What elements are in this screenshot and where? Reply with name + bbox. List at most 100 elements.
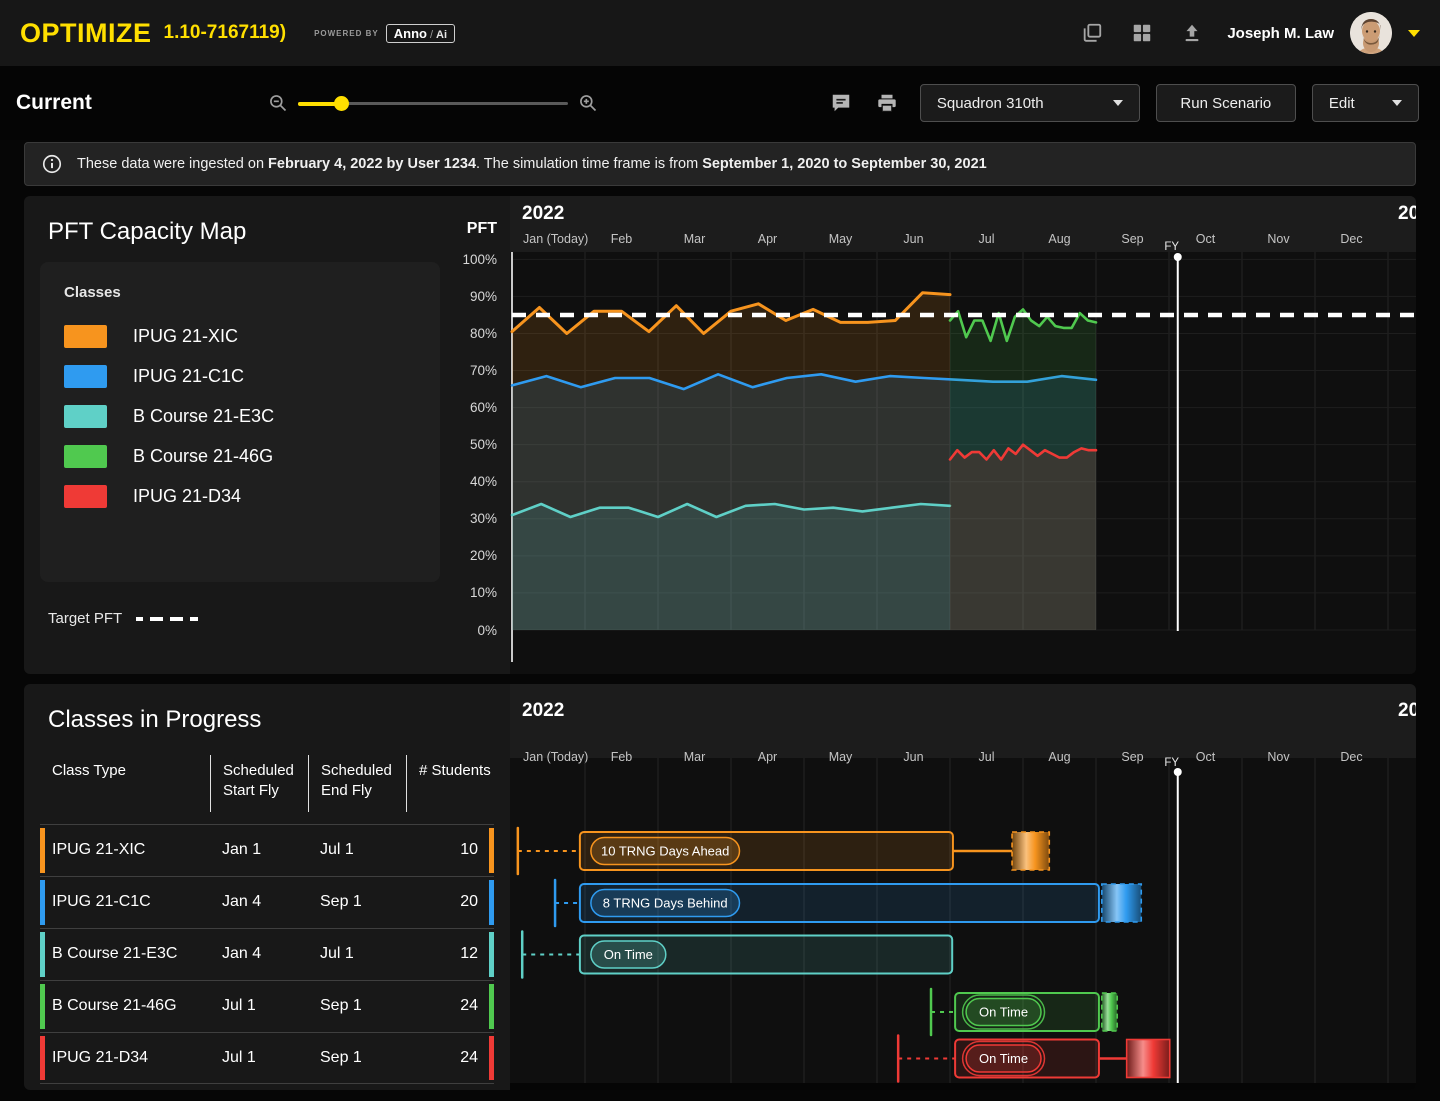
legend-title: Classes — [64, 284, 416, 301]
pft-capacity-section: PFT Capacity Map Classes IPUG 21-XICIPUG… — [24, 196, 1416, 674]
pft-capacity-chart: 202220Jan (Today)FebMarAprMayJunJulAugSe… — [510, 196, 1416, 674]
legend-item[interactable]: B Course 21-E3C — [64, 405, 416, 428]
legend-item[interactable]: IPUG 21-XIC — [64, 325, 416, 348]
cell-class-type: IPUG 21-C1C — [40, 893, 210, 911]
comment-icon[interactable] — [830, 92, 852, 114]
avatar[interactable] — [1350, 12, 1392, 54]
gantt-end-block — [1102, 884, 1141, 922]
pft-y-tick: 10% — [470, 585, 497, 600]
print-icon[interactable] — [876, 92, 898, 114]
legend-swatch — [64, 365, 107, 388]
class-table-row[interactable]: B Course 21-E3CJan 4Jul 112 — [40, 928, 494, 980]
pft-y-tick: 90% — [470, 289, 497, 304]
col-end-fly: ScheduledEnd Fly — [308, 755, 406, 812]
gantt-row-IPUG 21-C1C[interactable]: 8 TRNG Days Behind — [555, 880, 1141, 926]
cell-end-fly: Jul 1 — [308, 841, 406, 859]
timeline-next-year-label: 20 — [1398, 203, 1416, 224]
pft-y-tick: 80% — [470, 326, 497, 341]
timeline-month-label: Mar — [684, 232, 706, 246]
gantt-chart: 202220Jan (Today)FebMarAprMayJunJulAugSe… — [510, 684, 1416, 1090]
timeline-month-label: Oct — [1196, 232, 1216, 246]
class-table-row[interactable]: IPUG 21-XICJan 1Jul 110 — [40, 824, 494, 876]
timeline-month-label: Jul — [979, 750, 995, 764]
target-pft-dash-sample — [136, 617, 198, 621]
target-pft-label: Target PFT — [48, 610, 122, 627]
powered-by: POWERED BY Anno / Ai — [314, 24, 455, 43]
legend-item[interactable]: IPUG 21-D34 — [64, 485, 416, 508]
row-color-bar — [40, 1036, 45, 1080]
gantt-row-B Course 21-E3C[interactable]: On Time — [522, 932, 952, 978]
timeline-month-label: Nov — [1267, 232, 1290, 246]
class-table-row[interactable]: B Course 21-46GJul 1Sep 124 — [40, 980, 494, 1032]
pft-y-tick: 0% — [477, 623, 497, 638]
timeline-month-label: Jun — [903, 232, 923, 246]
select-caret-icon — [1113, 100, 1123, 106]
cell-end-fly: Jul 1 — [308, 945, 406, 963]
edit-caret-icon — [1392, 100, 1402, 106]
zoom-slider[interactable] — [298, 96, 568, 110]
col-start-fly: ScheduledStart Fly — [210, 755, 308, 812]
legend-item[interactable]: B Course 21-46G — [64, 445, 416, 468]
row-color-bar — [489, 932, 494, 977]
timeline-month-label: Mar — [684, 750, 706, 764]
timeline-month-label: Feb — [611, 232, 633, 246]
timeline-month-label: Dec — [1340, 232, 1362, 246]
series-area-IPUG 21-D34 — [950, 445, 1096, 630]
timeline-month-label: Jan (Today) — [523, 232, 588, 246]
timeline-header-strip — [510, 684, 1416, 758]
gantt-row-B Course 21-46G[interactable]: On Time — [931, 989, 1117, 1035]
timeline-year-label: 2022 — [522, 203, 564, 224]
cell-students: 12 — [406, 945, 494, 963]
cell-start-fly: Jan 4 — [210, 945, 308, 963]
timeline-month-label: Jun — [903, 750, 923, 764]
info-icon — [41, 153, 63, 175]
timeline-month-label: May — [829, 750, 853, 764]
class-table-row[interactable]: IPUG 21-D34Jul 1Sep 124 — [40, 1032, 494, 1084]
zoom-in-icon[interactable] — [578, 93, 598, 113]
cell-start-fly: Jan 4 — [210, 893, 308, 911]
pft-y-axis: PFT 100%90%80%70%60%50%40%30%20%10%0% — [446, 196, 510, 674]
status-pill-label: 8 TRNG Days Behind — [603, 896, 728, 911]
cell-start-fly: Jan 1 — [210, 841, 308, 859]
run-scenario-button[interactable]: Run Scenario — [1156, 84, 1296, 122]
classes-legend-card: Classes IPUG 21-XIC IPUG 21-C1C B Course 2… — [40, 262, 440, 582]
legend-item[interactable]: IPUG 21-C1C — [64, 365, 416, 388]
cell-start-fly: Jul 1 — [210, 997, 308, 1015]
zoom-out-icon[interactable] — [268, 93, 288, 113]
edit-button[interactable]: Edit — [1312, 84, 1419, 122]
apps-grid-icon[interactable] — [1131, 22, 1153, 44]
row-color-bar — [40, 984, 45, 1029]
powered-by-label: POWERED BY — [314, 29, 379, 38]
row-color-bar — [489, 1036, 494, 1080]
overlapping-windows-icon[interactable] — [1081, 22, 1103, 44]
pft-y-tick: 30% — [470, 511, 497, 526]
timeline-month-label: Apr — [758, 750, 777, 764]
row-color-bar — [489, 828, 494, 873]
user-menu-caret[interactable] — [1408, 30, 1420, 37]
pft-y-tick: 50% — [470, 437, 497, 452]
cell-students: 24 — [406, 997, 494, 1015]
cell-students: 20 — [406, 893, 494, 911]
legend-label: IPUG 21-D34 — [133, 486, 241, 507]
pft-axis-title: PFT — [467, 220, 497, 238]
view-title: Current — [16, 91, 92, 115]
class-table-row[interactable]: IPUG 21-C1CJan 4Sep 120 — [40, 876, 494, 928]
legend-swatch — [64, 405, 107, 428]
row-color-bar — [489, 984, 494, 1029]
cell-students: 24 — [406, 1049, 494, 1067]
cell-class-type: IPUG 21-D34 — [40, 1049, 210, 1067]
legend-swatch — [64, 325, 107, 348]
cell-end-fly: Sep 1 — [308, 1049, 406, 1067]
timeline-month-label: Aug — [1048, 750, 1070, 764]
cell-class-type: IPUG 21-XIC — [40, 841, 210, 859]
zoom-slider-thumb[interactable] — [334, 96, 349, 111]
status-pill-label: On Time — [979, 1005, 1028, 1020]
timeline-month-label: Feb — [611, 750, 633, 764]
toolbar: Current — [0, 66, 1440, 140]
legend-label: B Course 21-E3C — [133, 406, 274, 427]
legend-swatch — [64, 445, 107, 468]
squadron-select[interactable]: Squadron 310th — [920, 84, 1140, 122]
ingest-info-banner: These data were ingested on February 4, … — [24, 142, 1416, 186]
upload-icon[interactable] — [1181, 22, 1203, 44]
cell-class-type: B Course 21-46G — [40, 997, 210, 1015]
